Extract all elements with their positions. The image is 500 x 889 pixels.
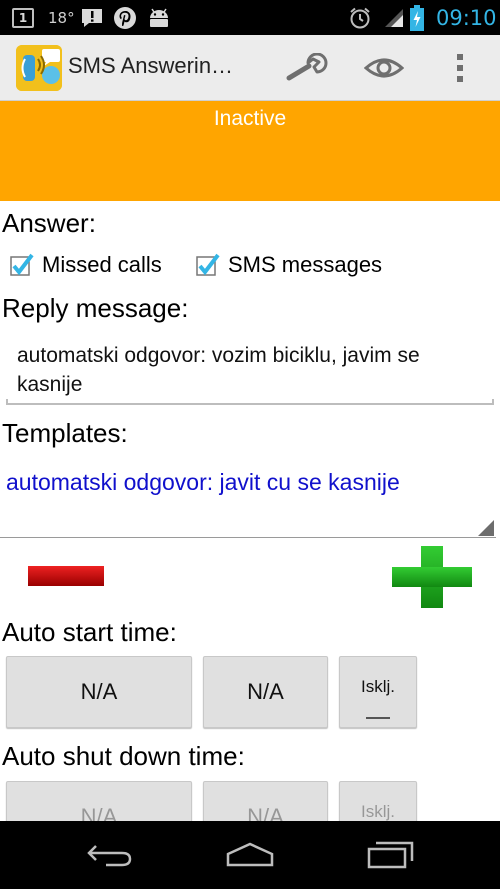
wrench-icon[interactable] [276,35,336,101]
recent-apps-icon[interactable] [350,821,430,889]
plus-icon [392,546,472,608]
reply-message-label: Reply message: [2,293,189,323]
auto-start-hour-button[interactable]: N/A [6,656,192,728]
status-text: Inactive [213,107,287,130]
alarm-icon [348,0,372,35]
sms-messages-checkbox[interactable]: SMS messages [196,248,382,282]
status-bar: 1 18° 09:10 [0,0,500,35]
reply-message-input[interactable]: automatski odgovor: vozim biciklu, javim… [6,335,494,405]
templates-label: Templates: [2,418,128,448]
battery-icon [410,0,424,35]
templates-spinner[interactable]: automatski odgovor: javit cu se kasnije [0,462,496,538]
checkbox-checked-icon [196,253,220,277]
clock-text: 09:10 [436,5,497,30]
reply-message-value: automatski odgovor: vozim biciklu, javim… [17,344,420,396]
app-icon[interactable] [16,45,62,91]
alert-icon [80,0,104,35]
android-icon [146,0,172,35]
action-bar: SMS Answerin… [0,35,500,101]
pinterest-icon [113,0,137,35]
overflow-menu-icon[interactable] [440,35,480,101]
auto-start-label: Auto start time: [2,617,177,647]
signal-icon [383,0,405,35]
back-icon[interactable] [70,821,150,889]
app-title: SMS Answerin… [68,53,234,78]
navigation-bar [0,821,500,889]
notification-icon: 1 [12,0,34,35]
input-underline [6,399,494,405]
notification-count: 1 [12,7,34,28]
auto-start-minute-button[interactable]: N/A [203,656,328,728]
toggle-indicator [366,717,390,719]
add-template-button[interactable] [392,546,472,608]
spinner-arrow-icon [478,520,494,536]
minus-icon [28,566,104,586]
eye-icon[interactable] [354,35,414,101]
answer-label: Answer: [2,208,96,238]
home-icon[interactable] [210,821,290,889]
temperature-text: 18° [48,8,75,27]
spinner-underline [0,537,496,538]
missed-calls-label: Missed calls [42,252,162,277]
sms-messages-label: SMS messages [228,252,383,277]
auto-shutdown-label: Auto shut down time: [2,741,245,771]
templates-selected-value: automatski odgovor: javit cu se kasnije [6,469,400,495]
auto-start-toggle-button[interactable]: Isklj. [339,656,417,728]
checkbox-checked-icon [10,253,34,277]
missed-calls-checkbox[interactable]: Missed calls [10,248,162,282]
screen: 1 18° 09:10 SMS Answerin… Inactive Answe… [0,0,500,889]
remove-template-button[interactable] [28,566,104,586]
status-banner[interactable]: Inactive [0,101,500,201]
